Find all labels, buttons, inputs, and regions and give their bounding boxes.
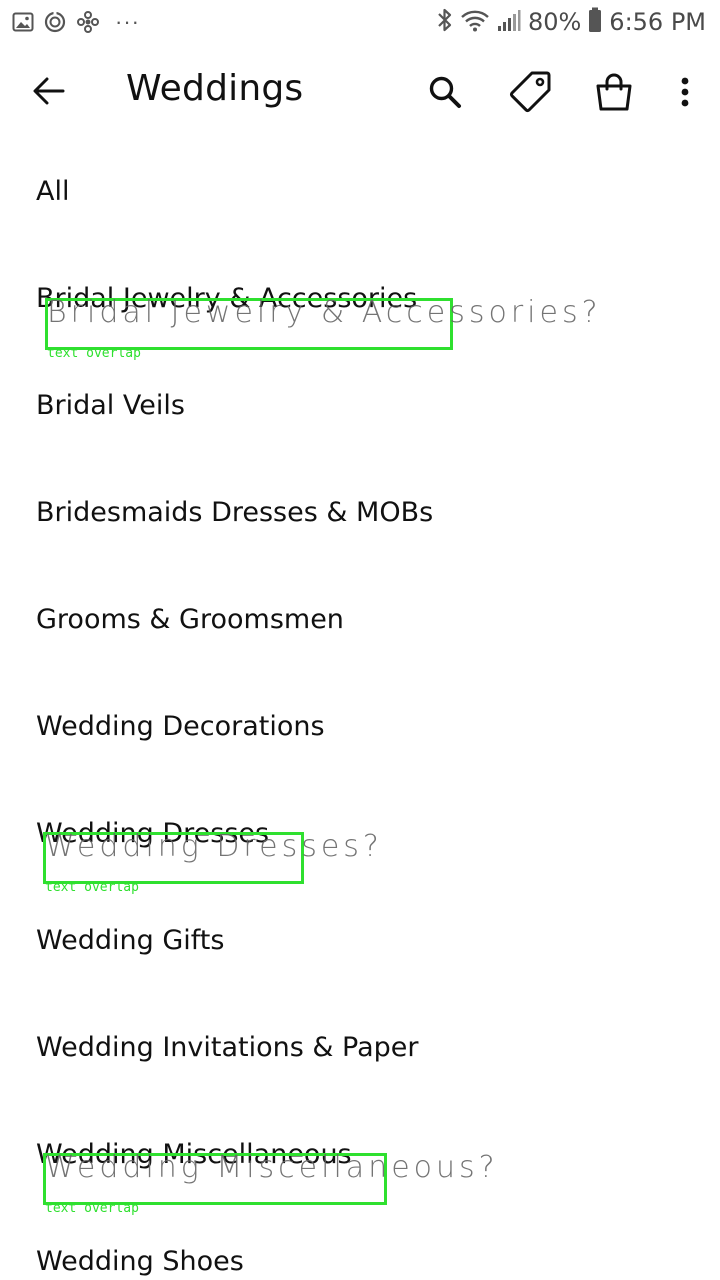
category-item-wedding-shoes[interactable]: Wedding Shoes (0, 1210, 720, 1280)
sync-icon (43, 10, 67, 34)
overlap-text: Bridal Jewelry & Accessories? (47, 295, 602, 330)
overlap-text: Wedding Miscellaneous? (45, 1150, 499, 1185)
category-item-wedding-invitations[interactable]: Wedding Invitations & Paper (0, 996, 720, 1102)
arrow-left-icon (33, 77, 65, 105)
category-item-all[interactable]: All (0, 140, 720, 246)
overflow-menu-button[interactable] (660, 64, 710, 120)
category-item-bridal-veils[interactable]: Bridal Veils (0, 354, 720, 460)
tag-icon (509, 71, 551, 113)
deals-button[interactable] (502, 64, 558, 120)
wifi-icon (460, 8, 490, 37)
category-label: All (36, 176, 70, 207)
app-bar: Weddings (0, 44, 720, 138)
search-button[interactable] (417, 64, 473, 120)
clock: 6:56 PM (609, 8, 706, 36)
cart-button[interactable] (586, 64, 642, 120)
category-label: Wedding Decorations (36, 711, 325, 742)
overlap-text: Wedding Dresses? (45, 829, 383, 864)
category-item-grooms[interactable]: Grooms & Groomsmen (0, 568, 720, 674)
category-label: Wedding Shoes (36, 1246, 244, 1277)
status-bar-left: ··· (12, 8, 140, 36)
more-notifications-icon: ··· (115, 9, 140, 34)
signal-icon (497, 8, 521, 37)
category-item-wedding-decorations[interactable]: Wedding Decorations (0, 675, 720, 781)
overlap-tag: text overlap (45, 880, 139, 895)
status-bar: ··· 80% 6:56 PM (0, 0, 720, 44)
battery-icon (588, 7, 602, 38)
category-label: Wedding Gifts (36, 925, 225, 956)
overlap-tag: text overlap (45, 1201, 139, 1216)
bluetooth-icon (437, 7, 453, 38)
overlap-tag: text overlap (47, 346, 141, 361)
search-icon (429, 76, 461, 108)
category-item-bridesmaids-dresses[interactable]: Bridesmaids Dresses & MOBs (0, 461, 720, 567)
status-bar-right: 80% 6:56 PM (437, 6, 706, 38)
category-label: Wedding Invitations & Paper (36, 1032, 419, 1063)
category-label: Bridal Veils (36, 390, 185, 421)
category-label: Grooms & Groomsmen (36, 604, 344, 635)
overflow-menu-icon (681, 77, 689, 107)
shopping-bag-icon (596, 73, 632, 111)
category-label: Bridesmaids Dresses & MOBs (36, 497, 434, 528)
category-item-wedding-gifts[interactable]: Wedding Gifts (0, 889, 720, 995)
page-title: Weddings (126, 68, 304, 109)
battery-percent: 80% (527, 8, 582, 36)
gallery-icon (12, 11, 34, 33)
back-button[interactable] (22, 66, 76, 116)
fan-icon (76, 10, 100, 34)
